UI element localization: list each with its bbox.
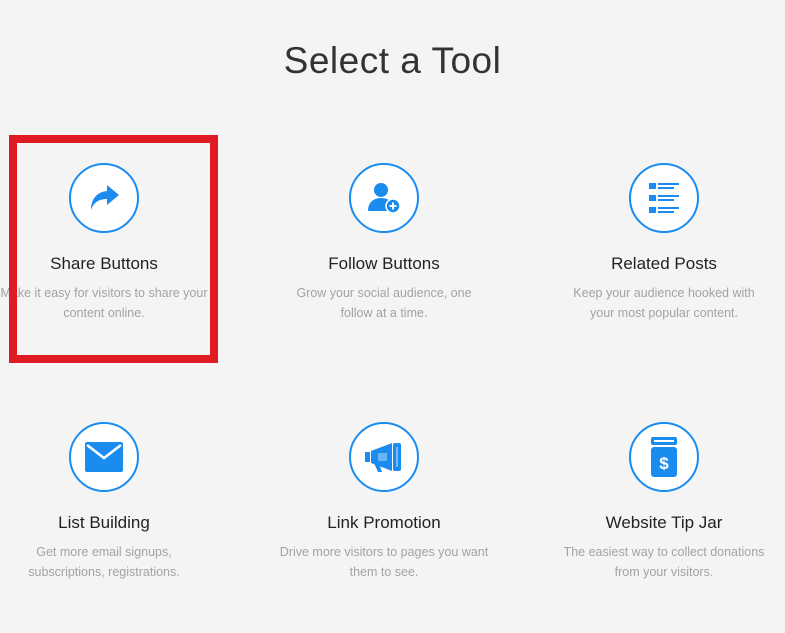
tool-link-promotion[interactable]: Link Promotion Drive more visitors to pa… — [264, 422, 504, 582]
tool-website-tip-jar[interactable]: $ Website Tip Jar The easiest way to col… — [544, 422, 784, 582]
tool-name: Share Buttons — [50, 254, 158, 273]
share-arrow-icon — [69, 163, 139, 233]
tool-share-buttons[interactable]: Share Buttons Make it easy for visitors … — [0, 163, 224, 323]
tool-related-posts[interactable]: Related Posts Keep your audience hooked … — [544, 163, 784, 323]
list-icon — [629, 163, 699, 233]
tool-description: The easiest way to collect donations fro… — [563, 545, 765, 579]
tool-name: Website Tip Jar — [605, 513, 723, 532]
tool-follow-buttons[interactable]: Follow Buttons Grow your social audience… — [264, 163, 504, 323]
tool-name: Related Posts — [611, 254, 717, 273]
envelope-icon — [69, 422, 139, 492]
tool-description: Keep your audience hooked with your most… — [573, 286, 755, 320]
tool-description: Get more email signups, subscriptions, r… — [28, 545, 180, 579]
tool-description: Grow your social audience, one follow at… — [296, 286, 472, 320]
tool-name: Follow Buttons — [328, 254, 440, 273]
tool-selection-page: Select a Tool Share Buttons Make it easy… — [0, 0, 785, 633]
add-user-icon — [349, 163, 419, 233]
tool-name: List Building — [58, 513, 150, 532]
tool-list-building[interactable]: List Building Get more email signups, su… — [0, 422, 224, 582]
page-title: Select a Tool — [283, 40, 502, 81]
svg-text:$: $ — [659, 454, 669, 473]
tip-jar-icon: $ — [629, 422, 699, 492]
megaphone-icon — [349, 422, 419, 492]
tool-description: Make it easy for visitors to share your … — [0, 286, 208, 320]
tool-name: Link Promotion — [327, 513, 441, 532]
tool-description: Drive more visitors to pages you want th… — [279, 545, 489, 579]
